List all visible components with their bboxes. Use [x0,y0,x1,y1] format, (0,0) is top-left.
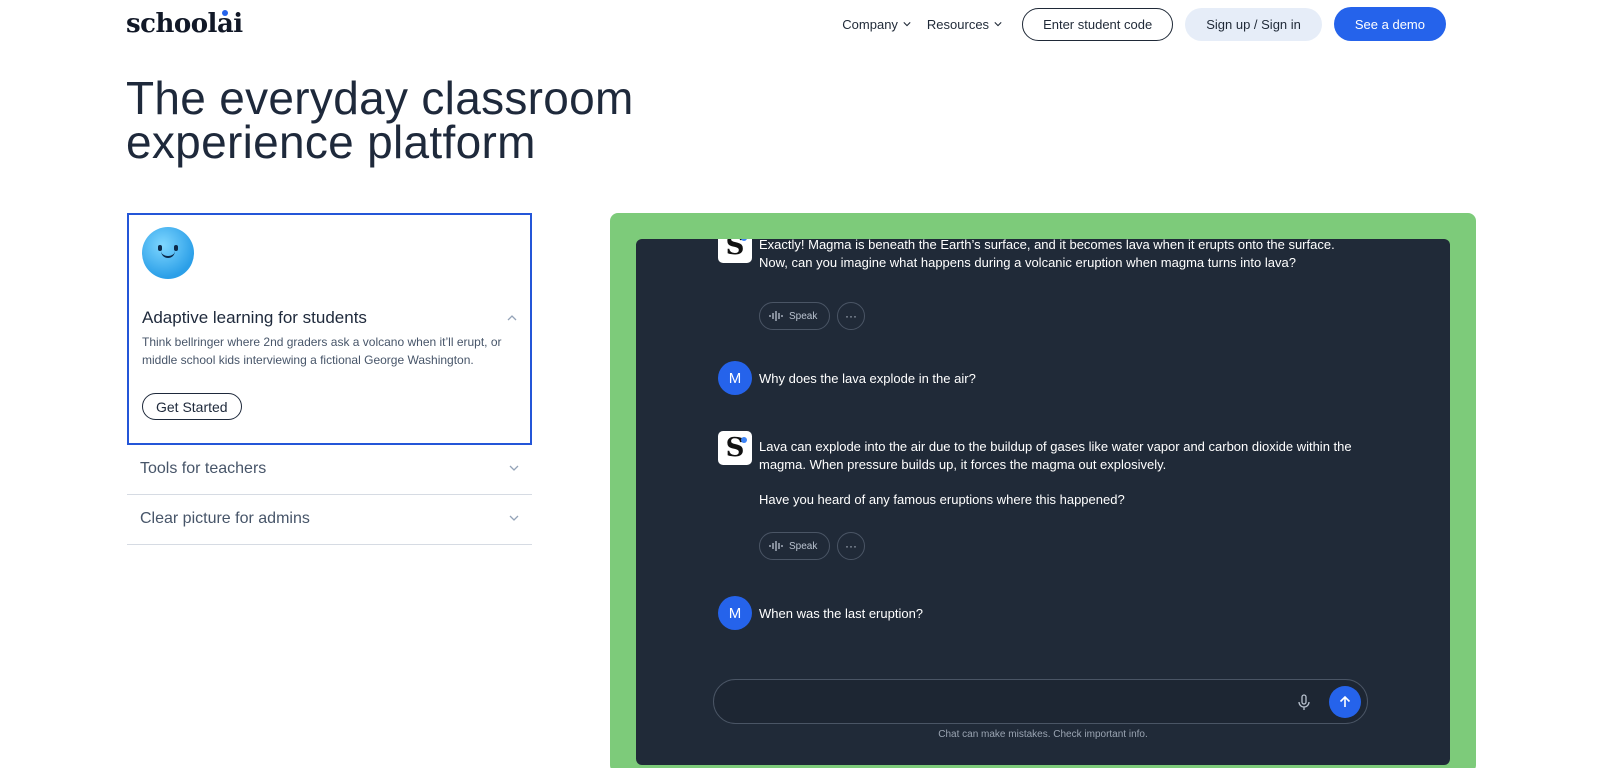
avatar-mouth [161,251,175,258]
page-title-line-2: experience platform [126,116,536,168]
accordion-item-students[interactable]: Adaptive learning for students Think bel… [127,213,532,445]
user-message: When was the last eruption? [759,606,924,621]
microphone-icon[interactable] [1295,693,1313,711]
more-options-button[interactable]: ··· [837,532,865,560]
top-nav: Company Resources Enter student code Sig… [842,7,1446,41]
accordion-item-admins[interactable]: Clear picture for admins [127,495,532,545]
feature-accordion: Adaptive learning for students Think bel… [127,213,532,545]
nav-resources[interactable]: Resources [927,17,1002,32]
bot-logo-letter: S [725,239,745,261]
smiley-avatar-icon [142,227,194,279]
nav-resources-label: Resources [926,16,990,32]
chevron-up-icon[interactable] [507,313,517,323]
accordion-title: Adaptive learning for students [142,308,367,327]
assistant-message: Exactly! Magma is beneath the Earth’s su… [759,239,1335,270]
bot-logo-dot [741,239,747,241]
logo[interactable]: schoolai [126,9,243,39]
page-title: The everyday classroom experience platfo… [126,72,634,168]
speak-button[interactable]: Speak [759,302,831,330]
audio-wave-icon [769,541,783,551]
accordion-description: Think bellringer where 2nd graders ask a… [142,335,502,367]
bot-logo-dot [741,437,747,443]
more-options-button[interactable]: ··· [837,302,865,330]
assistant-message: Lava can explode into the air due to the… [759,439,1352,472]
arrow-up-icon [1339,695,1351,707]
chat-disclaimer: Chat can make mistakes. Check important … [938,729,1148,740]
schoolai-bot-icon: S [718,431,752,465]
speak-button[interactable]: Speak [759,532,831,560]
speak-label: Speak [789,310,818,322]
user-message: Why does the lava explode in the air? [759,371,976,386]
page-title-line-1: The everyday classroom [126,72,634,124]
chat-input[interactable] [713,679,1368,724]
chevron-down-icon [509,515,519,521]
get-started-button[interactable]: Get Started [142,393,242,420]
user-avatar: M [718,596,752,630]
speak-label: Speak [789,540,818,552]
accordion-item-teachers[interactable]: Tools for teachers [127,445,532,495]
sign-in-button[interactable]: Sign up / Sign in [1185,7,1322,41]
chat-window: S Exactly! Magma is beneath the Earth’s … [636,239,1450,765]
chevron-down-icon [994,22,1002,27]
schoolai-bot-icon: S [718,239,752,263]
nav-company-label: Company [842,16,898,32]
see-demo-button[interactable]: See a demo [1333,7,1446,41]
audio-wave-icon [769,311,783,321]
send-button[interactable] [1329,686,1361,718]
user-avatar: M [718,361,752,395]
assistant-message-followup: Have you heard of any famous eruptions w… [759,492,1125,507]
enter-student-code-button[interactable]: Enter student code [1022,7,1174,41]
nav-company[interactable]: Company [842,17,911,32]
accordion-item-label: Tools for teachers [140,460,267,477]
accordion-item-label: Clear picture for admins [140,510,310,527]
chevron-down-icon [509,465,519,471]
chevron-down-icon [903,22,911,27]
